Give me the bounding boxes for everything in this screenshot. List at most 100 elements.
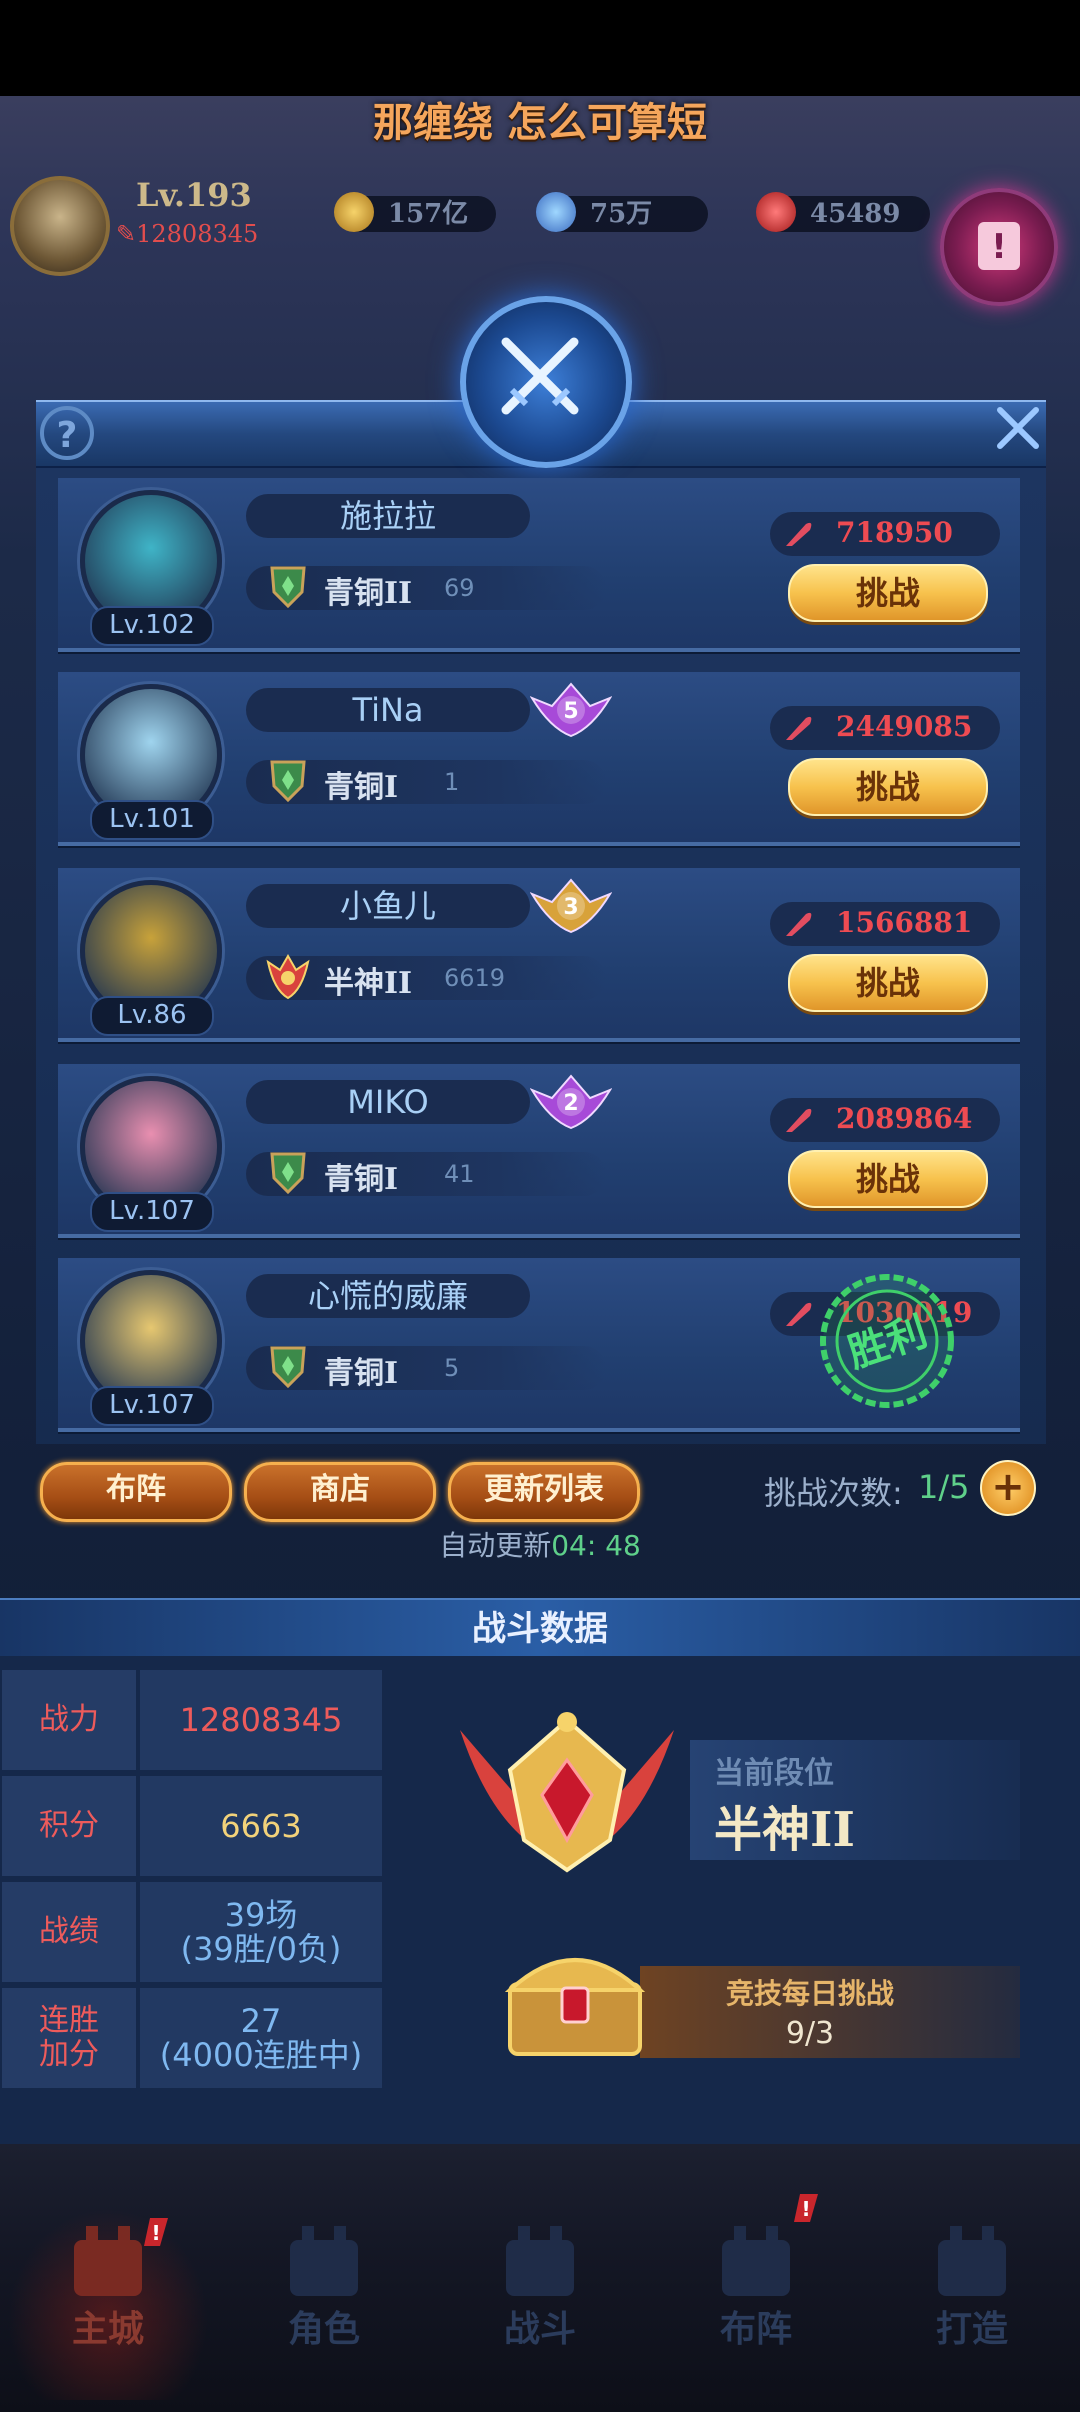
helmet-icon	[290, 2226, 358, 2296]
add-challenges-button[interactable]: +	[980, 1460, 1036, 1516]
daily-challenge-label: 竞技每日挑战	[725, 1977, 894, 2010]
opponent-rank: 青铜II 69	[246, 566, 606, 611]
nav-label: 布阵	[719, 2308, 792, 2350]
ruby-resource[interactable]: 45489	[756, 192, 930, 232]
gold-value: 157亿	[388, 199, 469, 229]
diamond-resource[interactable]: 75万	[536, 192, 708, 232]
opponent-level: Lv.107	[90, 1386, 214, 1426]
nav-item-forge[interactable]: 打造	[864, 2200, 1080, 2400]
opponent-rank-points: 69	[444, 574, 475, 602]
opponent-name: 小鱼儿	[246, 884, 530, 928]
opponent-name: TiNa	[246, 688, 530, 732]
shop-button[interactable]: 商店	[244, 1462, 436, 1522]
battle-stat-main: 39场	[224, 1896, 298, 1934]
battle-stat-row: 连胜加分 27 (4000连胜中)	[2, 1988, 382, 2088]
gold-coin-icon	[334, 192, 374, 232]
quill-icon	[786, 522, 812, 546]
anvil-icon	[938, 2226, 1006, 2296]
refresh-list-button[interactable]: 更新列表	[448, 1462, 640, 1522]
battle-data-title: 战斗数据	[0, 1598, 1080, 1658]
bronze-rank-icon	[270, 1152, 306, 1195]
quill-icon: ✎	[116, 220, 137, 248]
nav-label: 打造	[935, 2308, 1008, 2350]
quest-button[interactable]: !	[940, 188, 1058, 306]
challenge-button[interactable]: 挑战	[788, 954, 988, 1012]
opponent-card[interactable]: Lv.107 心慌的威廉 青铜I 5 1030019 胜利	[58, 1258, 1020, 1432]
opponent-rank: 青铜I 1	[246, 760, 606, 805]
svg-text:!: !	[151, 2221, 160, 2245]
opponent-power: 1566881	[770, 902, 1000, 946]
opponent-rank-points: 41	[444, 1160, 475, 1188]
svg-text:!: !	[801, 2197, 810, 2221]
help-button[interactable]: ?	[40, 406, 94, 460]
nav-label: 角色	[287, 2308, 360, 2350]
close-icon	[997, 407, 1039, 449]
top-black-bar	[0, 0, 1080, 96]
opponent-rank: 青铜I 41	[246, 1152, 606, 1197]
player-level: Lv.193	[136, 176, 252, 214]
gold-resource[interactable]: 157亿	[334, 192, 496, 232]
opponent-power-value: 1566881	[836, 906, 973, 939]
notification-icon: !	[144, 2218, 168, 2246]
medal-number: 5	[563, 699, 578, 724]
opponent-card[interactable]: Lv.107 MIKO 青铜I 41 2 2089864 挑战	[58, 1064, 1020, 1238]
nav-label: 战斗	[503, 2308, 576, 2350]
opponent-rank: 半神II 6619	[246, 953, 606, 1001]
battle-stat-detail: (39胜/0负)	[180, 1930, 342, 1968]
opponent-rank-points: 5	[444, 1354, 460, 1382]
player-avatar[interactable]	[10, 176, 110, 276]
achievement-medal-icon: 5	[530, 682, 612, 738]
plus-icon: +	[991, 1464, 1025, 1510]
battle-stat-value: 6663	[140, 1776, 382, 1876]
ruby-value: 45489	[810, 199, 901, 229]
crossed-swords-icon	[501, 337, 579, 415]
nav-item-main-city[interactable]: 主城	[0, 2200, 216, 2400]
crossed-swords-icon	[506, 2226, 574, 2296]
opponent-card[interactable]: Lv.101 TiNa 青铜I 1 5 2449085 挑战	[58, 672, 1020, 846]
opponent-rank: 青铜I 5	[246, 1346, 606, 1391]
opponent-name: 心慌的威廉	[246, 1274, 530, 1318]
diamond-value: 75万	[590, 199, 653, 229]
player-power-value: 12808345	[136, 220, 259, 248]
challenge-button[interactable]: 挑战	[788, 758, 988, 816]
opponent-power-value: 2089864	[836, 1102, 973, 1135]
victory-stamp: 胜利	[820, 1274, 954, 1408]
ruby-icon	[756, 192, 796, 232]
video-subtitle: 那缠绕 怎么可算短	[373, 100, 707, 146]
nav-item-battle[interactable]: 战斗	[432, 2200, 648, 2400]
battle-stat-row: 积分 6663	[2, 1776, 382, 1876]
auto-refresh-timer: 自动更新04: 48	[0, 1524, 1080, 1564]
formation-button[interactable]: 布阵	[40, 1462, 232, 1522]
svg-text:!: !	[991, 227, 1007, 267]
quest-scroll-icon: !	[978, 222, 1020, 270]
nav-item-formation[interactable]: 布阵	[648, 2200, 864, 2400]
opponent-power-value: 718950	[836, 516, 953, 549]
quill-icon	[786, 912, 812, 936]
opponent-rank-name: 青铜I	[324, 1162, 399, 1197]
challenge-count-label: 挑战次数:	[764, 1474, 903, 1512]
battle-stat-value: 12808345	[140, 1670, 382, 1770]
battle-stat-label: 连胜加分	[2, 1988, 136, 2088]
demigod-rank-icon	[266, 953, 310, 1000]
challenge-count-value: 1/5	[918, 1468, 970, 1506]
daily-challenge-progress: 9/3	[785, 2016, 835, 2051]
battle-stat-row: 战力 12808345	[2, 1670, 382, 1770]
opponent-card[interactable]: Lv.86 小鱼儿 半神II 6619 3 1566881 挑战	[58, 868, 1020, 1042]
nav-item-character[interactable]: 角色	[216, 2200, 432, 2400]
opponent-rank-name: 青铜I	[324, 770, 399, 805]
battle-stat-value: 27 (4000连胜中)	[140, 1988, 382, 2088]
question-icon: ?	[56, 415, 78, 456]
opponent-level: Lv.107	[90, 1192, 214, 1232]
demigod-rank-emblem-icon	[460, 1712, 674, 1873]
challenge-button[interactable]: 挑战	[788, 1150, 988, 1208]
opponent-power: 2449085	[770, 706, 1000, 750]
quill-icon	[786, 1108, 812, 1132]
battle-stat-label: 战力	[2, 1670, 136, 1770]
challenge-button[interactable]: 挑战	[788, 564, 988, 622]
medal-number: 2	[563, 1091, 578, 1116]
opponent-rank-name: 青铜II	[324, 576, 413, 611]
close-button[interactable]	[994, 404, 1042, 452]
treasure-chest-icon[interactable]	[500, 1940, 650, 2058]
opponent-card[interactable]: Lv.102 施拉拉 青铜II 69 718950 挑战	[58, 478, 1020, 652]
achievement-medal-icon: 2	[530, 1074, 612, 1130]
